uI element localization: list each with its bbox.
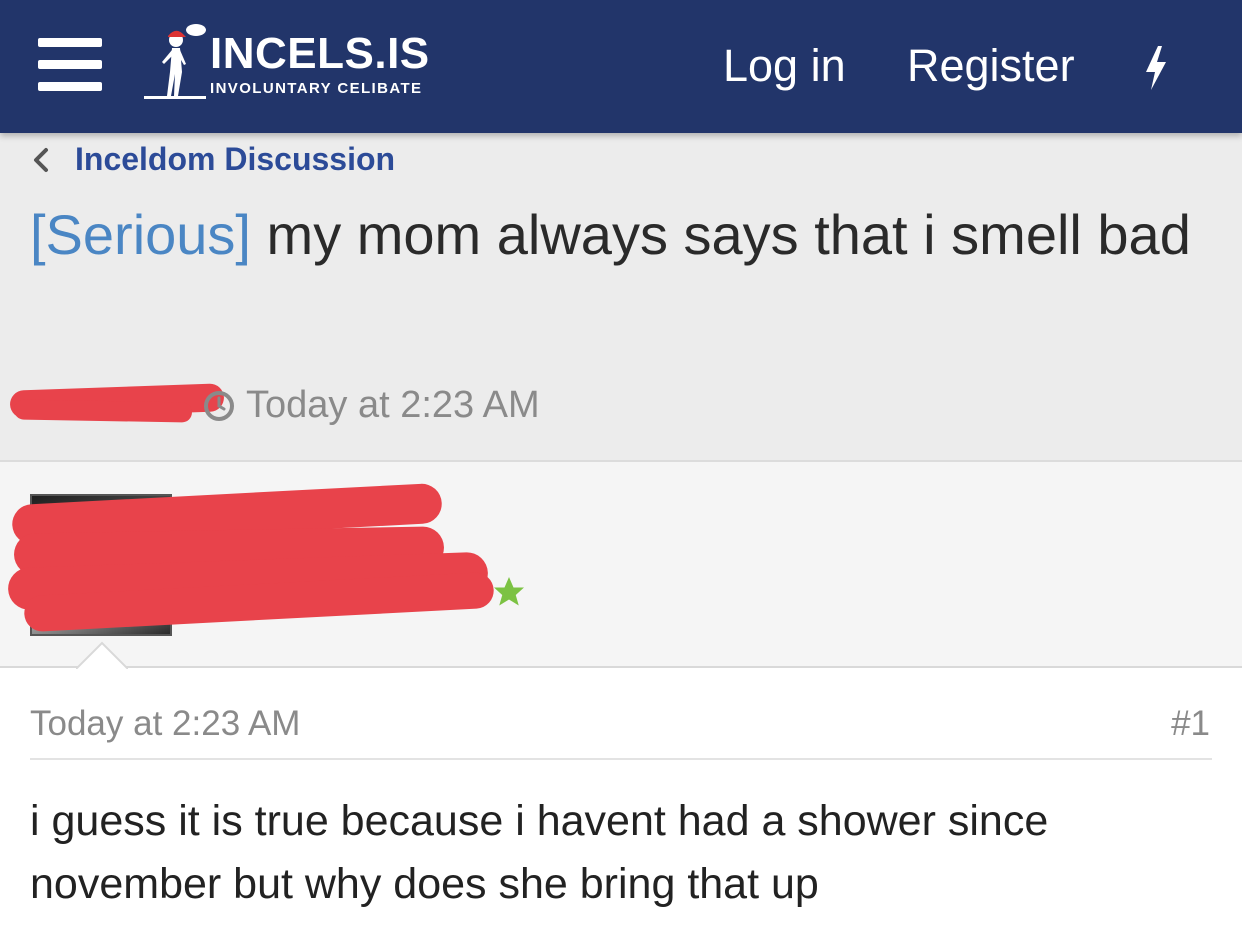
post: Today at 2:23 AM #1 i guess it is true b…: [0, 668, 1242, 938]
post-header: Today at 2:23 AM #1: [30, 668, 1212, 760]
redaction-mark: [13, 399, 193, 423]
star-icon: [494, 577, 525, 606]
clock-icon: [204, 391, 234, 421]
hamburger-menu-icon[interactable]: [38, 38, 102, 92]
logo-figure-icon: [144, 24, 206, 99]
thread-title: [Serious] my mom always says that i smel…: [30, 193, 1210, 277]
post-user-block: [0, 462, 1242, 668]
thread-time[interactable]: Today at 2:23 AM: [246, 381, 540, 429]
thread-title-text: my mom always says that i smell bad: [251, 203, 1191, 266]
lightning-bolt-icon[interactable]: [1140, 44, 1172, 92]
post-body: i guess it is true because i havent had …: [30, 797, 1049, 908]
speech-arrow-decoration: [76, 641, 128, 669]
top-navigation-bar: INCELS.IS INVOLUNTARY CELIBATE Log in Re…: [0, 0, 1242, 133]
site-logo[interactable]: INCELS.IS INVOLUNTARY CELIBATE: [142, 22, 452, 104]
breadcrumb-label: Inceldom Discussion: [75, 141, 396, 177]
thread-prefix[interactable]: [Serious]: [30, 203, 251, 266]
thread-header: Inceldom Discussion [Serious] my mom alw…: [0, 133, 1242, 462]
post-number[interactable]: #1: [1171, 702, 1210, 746]
logo-title: INCELS.IS: [210, 29, 430, 78]
post-time[interactable]: Today at 2:23 AM: [30, 702, 300, 746]
chevron-left-icon: [34, 148, 48, 172]
register-link[interactable]: Register: [907, 40, 1075, 92]
logo-subtitle: INVOLUNTARY CELIBATE: [210, 80, 423, 97]
login-link[interactable]: Log in: [723, 40, 846, 92]
